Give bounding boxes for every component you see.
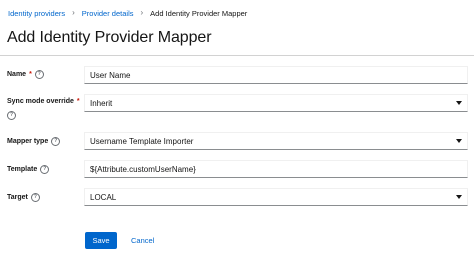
sync-mode-select[interactable]: Inherit xyxy=(84,94,468,112)
target-label-text: Target xyxy=(7,194,28,201)
template-label-text: Template xyxy=(7,166,38,173)
help-icon[interactable]: ? xyxy=(34,70,44,79)
name-input[interactable]: User Name xyxy=(84,66,468,84)
sync-mode-value: Inherit xyxy=(90,98,113,108)
caret-down-icon xyxy=(456,139,462,143)
required-asterisk: * xyxy=(76,98,80,105)
breadcrumb-provider-details[interactable]: Provider details xyxy=(82,9,134,18)
name-label: Name * ? xyxy=(7,70,44,79)
target-value: LOCAL xyxy=(90,192,117,202)
breadcrumb: Identity providers › Provider details › … xyxy=(8,6,247,20)
chevron-right-icon: › xyxy=(72,8,75,17)
mapper-type-select[interactable]: Username Template Importer xyxy=(84,132,468,150)
help-icon[interactable]: ? xyxy=(30,193,40,202)
breadcrumb-current: Add Identity Provider Mapper xyxy=(150,8,248,18)
chevron-right-icon: › xyxy=(140,8,144,17)
sync-mode-label: Sync mode override * xyxy=(7,98,80,105)
name-input-value: User Name xyxy=(90,70,131,80)
help-icon[interactable]: ? xyxy=(51,137,61,146)
mapper-type-value: Username Template Importer xyxy=(90,136,194,146)
name-label-text: Name xyxy=(7,71,27,78)
template-input-value: ${Attribute.customUserName} xyxy=(90,164,196,174)
caret-down-icon xyxy=(456,101,462,105)
help-icon[interactable]: ? xyxy=(40,165,50,174)
breadcrumb-identity-providers[interactable]: Identity providers xyxy=(8,9,65,18)
mapper-type-label: Mapper type ? xyxy=(7,137,61,146)
target-label: Target ? xyxy=(7,193,40,202)
sync-mode-label-text: Sync mode override xyxy=(7,98,74,105)
mapper-type-label-text: Mapper type xyxy=(7,138,49,145)
page-title: Add Identity Provider Mapper xyxy=(7,29,212,46)
target-select[interactable]: LOCAL xyxy=(84,188,468,206)
template-input[interactable]: ${Attribute.customUserName} xyxy=(84,160,468,178)
template-label: Template ? xyxy=(7,165,50,174)
caret-down-icon xyxy=(456,195,462,199)
header-divider xyxy=(0,55,474,56)
save-button[interactable]: Save xyxy=(85,232,117,249)
help-icon[interactable]: ? xyxy=(7,111,16,120)
required-asterisk: * xyxy=(29,71,32,78)
cancel-button[interactable]: Cancel xyxy=(131,232,154,249)
